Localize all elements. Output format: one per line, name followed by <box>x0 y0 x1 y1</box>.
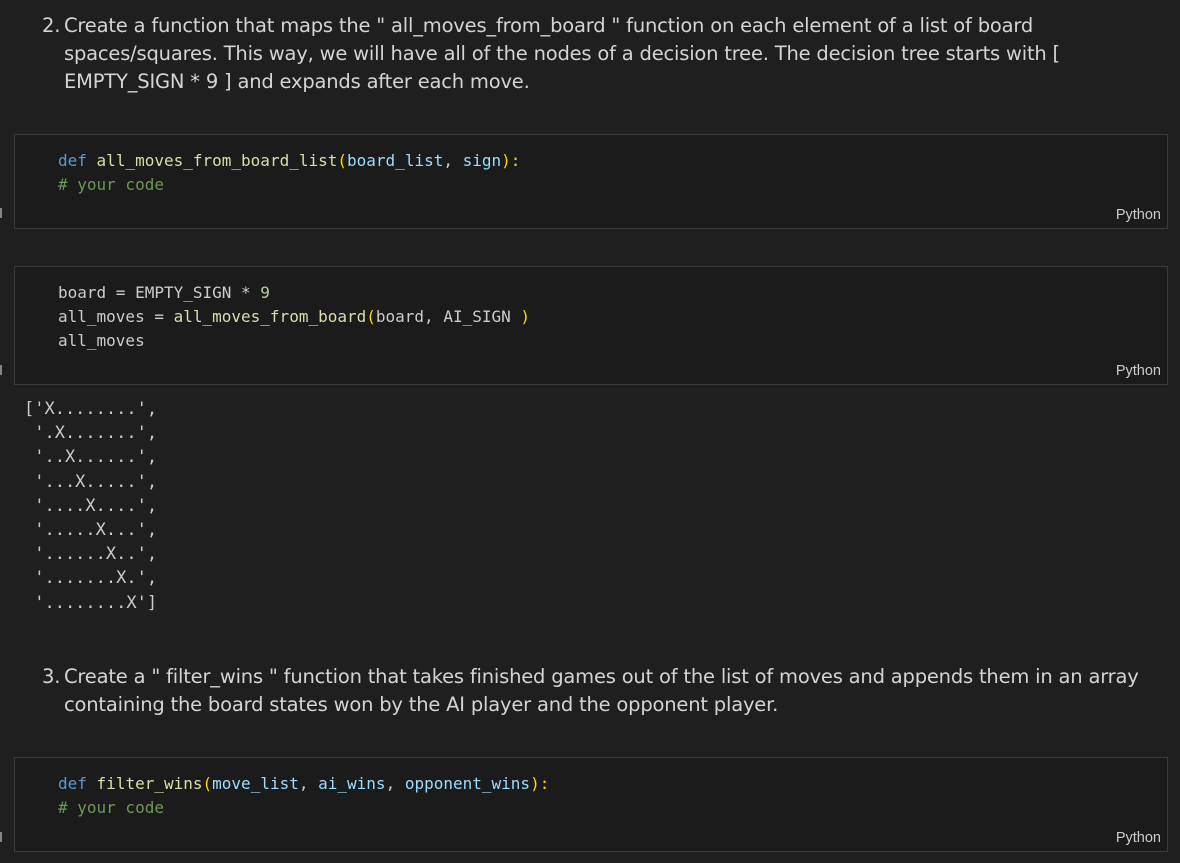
markdown-step-3: 3. Create a " filter_wins " function tha… <box>42 663 1160 719</box>
function-name: filter_wins <box>96 774 203 793</box>
separator: , <box>385 774 405 793</box>
separator: , <box>443 151 463 170</box>
paren: ( <box>202 774 213 793</box>
code-editor[interactable]: board = EMPTY_SIGN * 9 all_moves = all_m… <box>58 281 530 353</box>
function-call: all_moves_from_board <box>173 307 367 326</box>
code-cell-3[interactable]: def filter_wins(move_list, ai_wins, oppo… <box>14 757 1168 852</box>
cell-gutter-marker[interactable] <box>0 832 2 842</box>
language-label[interactable]: Python <box>1116 830 1161 846</box>
output-line: '.....X...', <box>24 520 158 541</box>
function-name: all_moves_from_board_list <box>96 151 338 170</box>
output-line: '.......X.', <box>24 568 158 589</box>
arguments: board, AI_SIGN <box>375 307 521 326</box>
separator: , <box>298 774 319 793</box>
output-line: '...X.....', <box>24 471 158 492</box>
step-number: 2. <box>42 14 61 37</box>
assignment: all_moves = <box>58 307 174 326</box>
language-label[interactable]: Python <box>1116 363 1161 379</box>
output-line: '.X.......', <box>24 423 158 444</box>
code-cell-2[interactable]: board = EMPTY_SIGN * 9 all_moves = all_m… <box>14 266 1168 385</box>
keyword: def <box>58 774 87 793</box>
step-number: 3. <box>42 665 61 688</box>
cell-gutter-marker[interactable] <box>0 365 2 375</box>
step-text: Create a " filter_wins " function that t… <box>64 665 1139 716</box>
paren: ( <box>366 307 376 326</box>
paren: ): <box>530 774 550 793</box>
comment: # your code <box>58 798 164 817</box>
param: move_list <box>212 774 299 793</box>
paren: ( <box>337 151 348 170</box>
output-line: '......X..', <box>24 544 158 565</box>
comment: # your code <box>58 175 164 194</box>
param: ai_wins <box>318 774 386 793</box>
output-line: '....X....', <box>24 495 158 516</box>
code-cell-1[interactable]: def all_moves_from_board_list(board_list… <box>14 134 1168 229</box>
code-editor[interactable]: def filter_wins(move_list, ai_wins, oppo… <box>58 772 549 820</box>
step-text: Create a function that maps the " all_mo… <box>64 14 1060 93</box>
output-line: ['X........', <box>24 399 158 419</box>
cell-output: ['X........', '.X.......', '..X......', … <box>24 397 157 615</box>
output-line: '..X......', <box>24 447 158 468</box>
keyword: def <box>58 151 87 170</box>
param: opponent_wins <box>404 774 531 793</box>
output-line: '........X'] <box>24 592 158 613</box>
number: 9 <box>260 283 270 302</box>
variable: board <box>58 283 107 302</box>
paren: ): <box>501 151 521 170</box>
code-editor[interactable]: def all_moves_from_board_list(board_list… <box>58 149 520 197</box>
cell-gutter-marker[interactable] <box>0 208 2 218</box>
param: sign <box>462 151 502 170</box>
variable: all_moves <box>58 331 145 350</box>
paren: ) <box>520 307 531 326</box>
markdown-step-2: 2. Create a function that maps the " all… <box>42 12 1160 96</box>
param: board_list <box>347 151 444 170</box>
expression: = EMPTY_SIGN * <box>106 283 261 302</box>
language-label[interactable]: Python <box>1116 207 1161 223</box>
notebook: 2. Create a function that maps the " all… <box>0 0 1180 863</box>
